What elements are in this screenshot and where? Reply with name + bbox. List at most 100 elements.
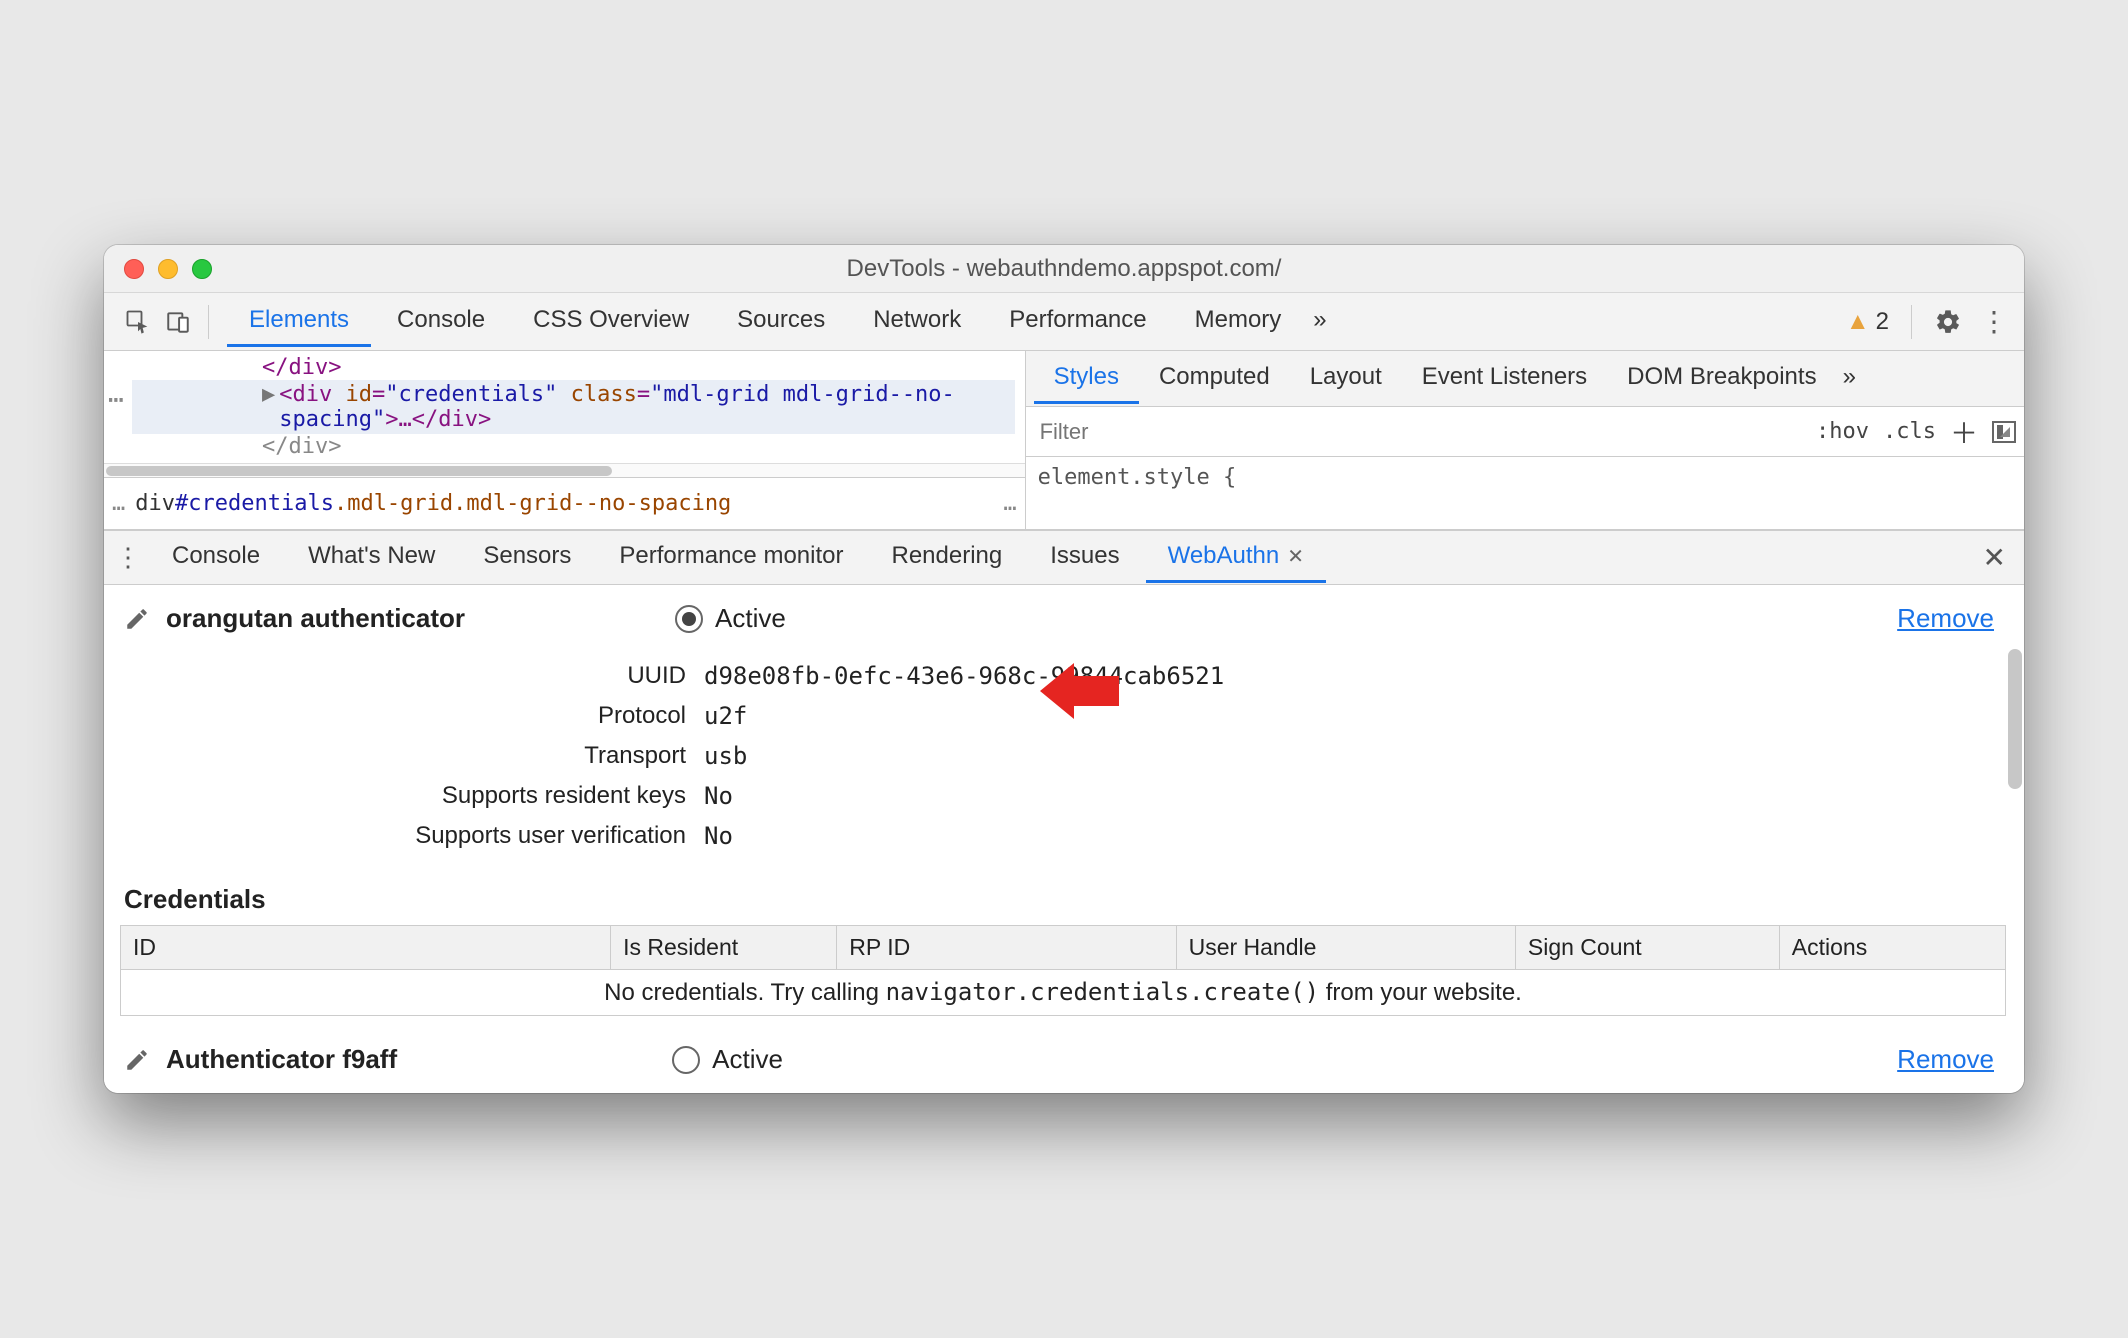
drawer-tab-performance-monitor[interactable]: Performance monitor <box>597 532 865 583</box>
separator <box>208 305 209 339</box>
window-controls <box>104 259 212 279</box>
separator <box>1911 305 1912 339</box>
styles-tabs-overflow[interactable]: » <box>1837 353 1862 404</box>
tab-network[interactable]: Network <box>851 296 983 347</box>
active-radio-label: Active <box>712 1044 783 1075</box>
active-radio[interactable] <box>675 605 703 633</box>
col-id: ID <box>121 926 611 970</box>
tab-memory[interactable]: Memory <box>1173 296 1304 347</box>
resident-value: No <box>704 782 733 810</box>
main-toolbar: Elements Console CSS Overview Sources Ne… <box>104 293 2024 351</box>
dom-attr-value: "credentials" <box>385 382 557 407</box>
credentials-empty: No credentials. Try calling navigator.cr… <box>121 970 2006 1016</box>
expand-icon[interactable]: ▶ <box>262 382 275 407</box>
dom-gutter-ellipsis: ⋯ <box>108 385 124 415</box>
close-tab-icon[interactable]: ✕ <box>1287 544 1304 569</box>
dom-tree[interactable]: ⋯ </div> ▶ <div id="credentials" class="… <box>104 351 1025 463</box>
protocol-value: u2f <box>704 702 747 730</box>
styles-filter-input[interactable] <box>1034 415 1816 449</box>
tab-console[interactable]: Console <box>375 296 507 347</box>
col-signcount: Sign Count <box>1515 926 1779 970</box>
active-radio-label: Active <box>715 603 786 634</box>
scrollbar-thumb[interactable] <box>106 466 612 476</box>
edit-icon[interactable] <box>124 1047 150 1073</box>
tab-styles[interactable]: Styles <box>1034 353 1139 404</box>
dom-attr-name: class <box>571 382 637 407</box>
remove-authenticator-link[interactable]: Remove <box>1897 1044 1994 1075</box>
tab-layout[interactable]: Layout <box>1290 353 1402 404</box>
drawer: ⋮ Console What's New Sensors Performance… <box>104 530 2024 1093</box>
table-header-row: ID Is Resident RP ID User Handle Sign Co… <box>121 926 2006 970</box>
inspect-icon[interactable] <box>118 302 158 342</box>
maximize-window-button[interactable] <box>192 259 212 279</box>
drawer-tab-webauthn[interactable]: WebAuthn ✕ <box>1146 532 1326 583</box>
credentials-code: navigator.credentials.create() <box>886 978 1319 1006</box>
toolbar-right: ▲ 2 ⋮ <box>1840 302 2014 342</box>
settings-icon[interactable] <box>1928 302 1968 342</box>
annotation-arrow-icon <box>1034 661 1124 721</box>
more-icon[interactable]: ⋮ <box>1974 302 2014 342</box>
drawer-close-icon[interactable]: ✕ <box>1975 541 2014 574</box>
tab-elements[interactable]: Elements <box>227 296 371 347</box>
main-tabs: Elements Console CSS Overview Sources Ne… <box>227 296 1333 347</box>
col-actions: Actions <box>1779 926 2005 970</box>
protocol-label: Protocol <box>104 702 704 730</box>
hov-toggle[interactable]: :hov <box>1816 419 1869 444</box>
drawer-menu-icon[interactable]: ⋮ <box>114 542 142 573</box>
breadcrumb-overflow-left[interactable]: … <box>112 491 125 516</box>
authenticator-name: orangutan authenticator <box>166 603 465 634</box>
devtools-window: DevTools - webauthndemo.appspot.com/ Ele… <box>104 245 2024 1093</box>
minimize-window-button[interactable] <box>158 259 178 279</box>
col-rpid: RP ID <box>837 926 1176 970</box>
styles-filter-row: :hov .cls ＋ <box>1026 407 2024 457</box>
tab-event-listeners[interactable]: Event Listeners <box>1402 353 1607 404</box>
uv-value: No <box>704 822 733 850</box>
active-radio-group: Active <box>675 603 786 634</box>
transport-label: Transport <box>104 742 704 770</box>
toggle-sidebar-icon[interactable] <box>1992 421 2016 443</box>
tabs-overflow[interactable]: » <box>1307 296 1332 347</box>
breadcrumb-overflow-right[interactable]: … <box>1003 491 1016 516</box>
device-toolbar-icon[interactable] <box>158 302 198 342</box>
drawer-tabstrip: ⋮ Console What's New Sensors Performance… <box>104 531 2024 585</box>
vertical-scrollbar[interactable] <box>2008 649 2022 1083</box>
warnings-badge[interactable]: ▲ 2 <box>1840 308 1895 336</box>
drawer-tab-label: WebAuthn <box>1168 542 1280 570</box>
new-style-rule-icon[interactable]: ＋ <box>1950 412 1978 452</box>
tab-performance[interactable]: Performance <box>987 296 1168 347</box>
tab-css-overview[interactable]: CSS Overview <box>511 296 711 347</box>
remove-authenticator-link[interactable]: Remove <box>1897 603 1994 634</box>
horizontal-scrollbar[interactable] <box>104 463 1025 477</box>
dom-line[interactable]: </div> <box>132 434 1015 459</box>
tab-sources[interactable]: Sources <box>715 296 847 347</box>
breadcrumb-selected[interactable]: div#credentials.mdl-grid.mdl-grid--no-sp… <box>135 491 731 516</box>
authenticator-header: Authenticator f9aff Active Remove <box>104 1016 2024 1093</box>
credentials-heading: Credentials <box>104 862 2024 925</box>
edit-icon[interactable] <box>124 606 150 632</box>
dom-tag: </div> <box>412 407 491 432</box>
warning-icon: ▲ <box>1846 308 1870 336</box>
styles-rules[interactable]: element.style { <box>1026 457 2024 502</box>
col-userhandle: User Handle <box>1176 926 1515 970</box>
close-window-button[interactable] <box>124 259 144 279</box>
tab-computed[interactable]: Computed <box>1139 353 1290 404</box>
styles-tabs: Styles Computed Layout Event Listeners D… <box>1026 351 2024 407</box>
dom-breadcrumb[interactable]: … div#credentials.mdl-grid.mdl-grid--no-… <box>104 477 1025 529</box>
dom-line[interactable]: </div> <box>132 355 1015 380</box>
drawer-tab-console[interactable]: Console <box>150 532 282 583</box>
tab-dom-breakpoints[interactable]: DOM Breakpoints <box>1607 353 1836 404</box>
scrollbar-thumb[interactable] <box>2008 649 2022 789</box>
active-radio[interactable] <box>672 1046 700 1074</box>
drawer-tab-rendering[interactable]: Rendering <box>869 532 1024 583</box>
transport-value: usb <box>704 742 747 770</box>
cls-toggle[interactable]: .cls <box>1883 419 1936 444</box>
drawer-tab-sensors[interactable]: Sensors <box>461 532 593 583</box>
resident-label: Supports resident keys <box>104 782 704 810</box>
drawer-tab-whatsnew[interactable]: What's New <box>286 532 457 583</box>
active-radio-group: Active <box>672 1044 783 1075</box>
drawer-tab-issues[interactable]: Issues <box>1028 532 1141 583</box>
styles-pane: Styles Computed Layout Event Listeners D… <box>1026 351 2024 529</box>
dom-line-selected[interactable]: ▶ <div id="credentials" class="mdl-grid … <box>132 380 1015 434</box>
warnings-count: 2 <box>1876 308 1889 336</box>
authenticator-header: orangutan authenticator Active Remove <box>104 585 2024 652</box>
